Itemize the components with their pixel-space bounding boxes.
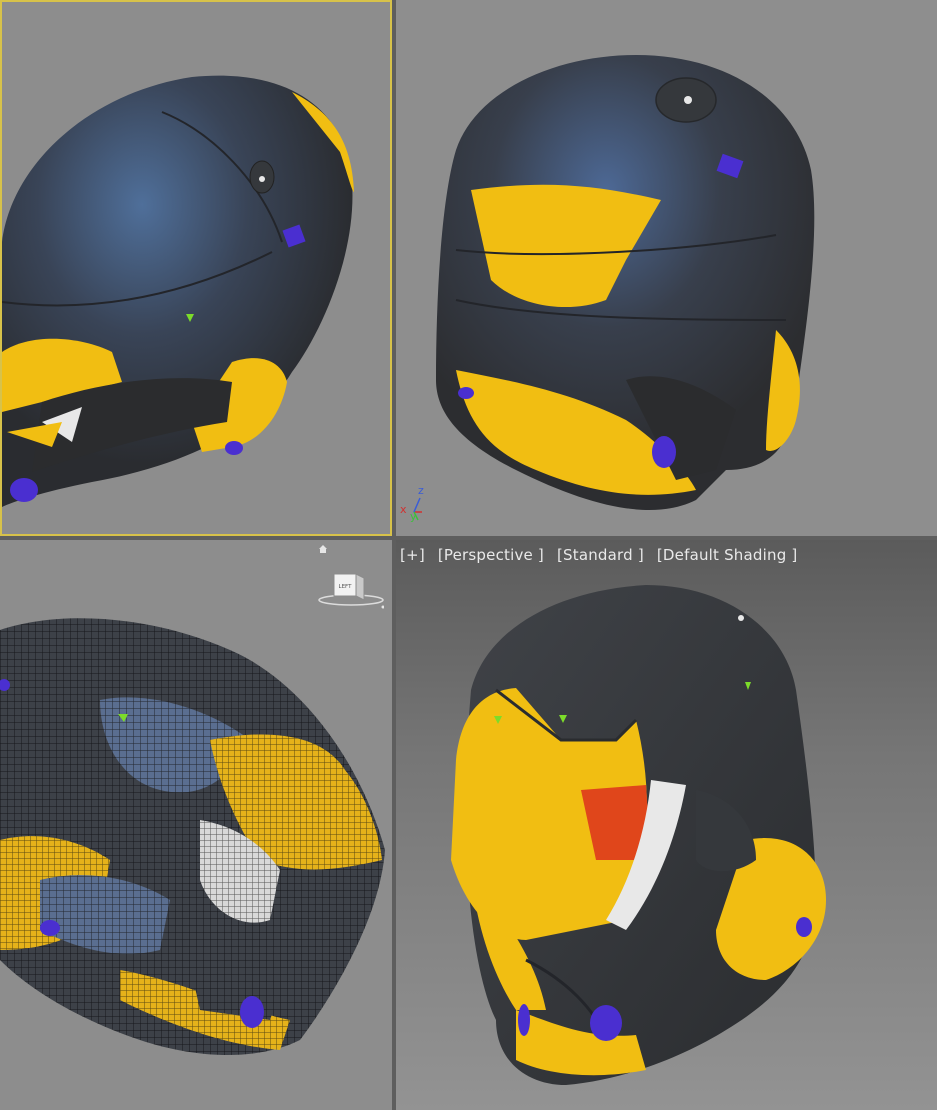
viewcube-icon[interactable]: LEFT [318,570,384,610]
viewport-divider-horizontal[interactable] [0,536,937,540]
viewport-divider-vertical[interactable] [392,0,396,1110]
viewport-perspective[interactable]: [+] [Perspective ] [Standard ] [Default … [396,540,937,1110]
viewport-top-left[interactable] [0,0,392,536]
viewport-top-right[interactable] [396,0,937,536]
max-viewport-layout: LEFT [+] [Perspective ] [Standard ] [Def… [0,0,937,1110]
viewport-bottom-left[interactable]: LEFT [0,540,392,1110]
helmet-render-top-right [436,55,815,510]
helmet-wireframe-bottom-left [0,618,385,1055]
viewcube-widget[interactable]: LEFT [318,570,384,610]
viewcube-face-label: LEFT [339,584,353,590]
axis-z-label: z [418,484,424,497]
axis-x-label: x [400,503,407,516]
helmet-render-perspective [451,585,826,1085]
home-icon[interactable] [318,544,328,554]
helmet-render-top-left [2,75,354,507]
axis-gizmo-icon: x y z [400,484,424,522]
axis-y-label: y [410,510,417,522]
